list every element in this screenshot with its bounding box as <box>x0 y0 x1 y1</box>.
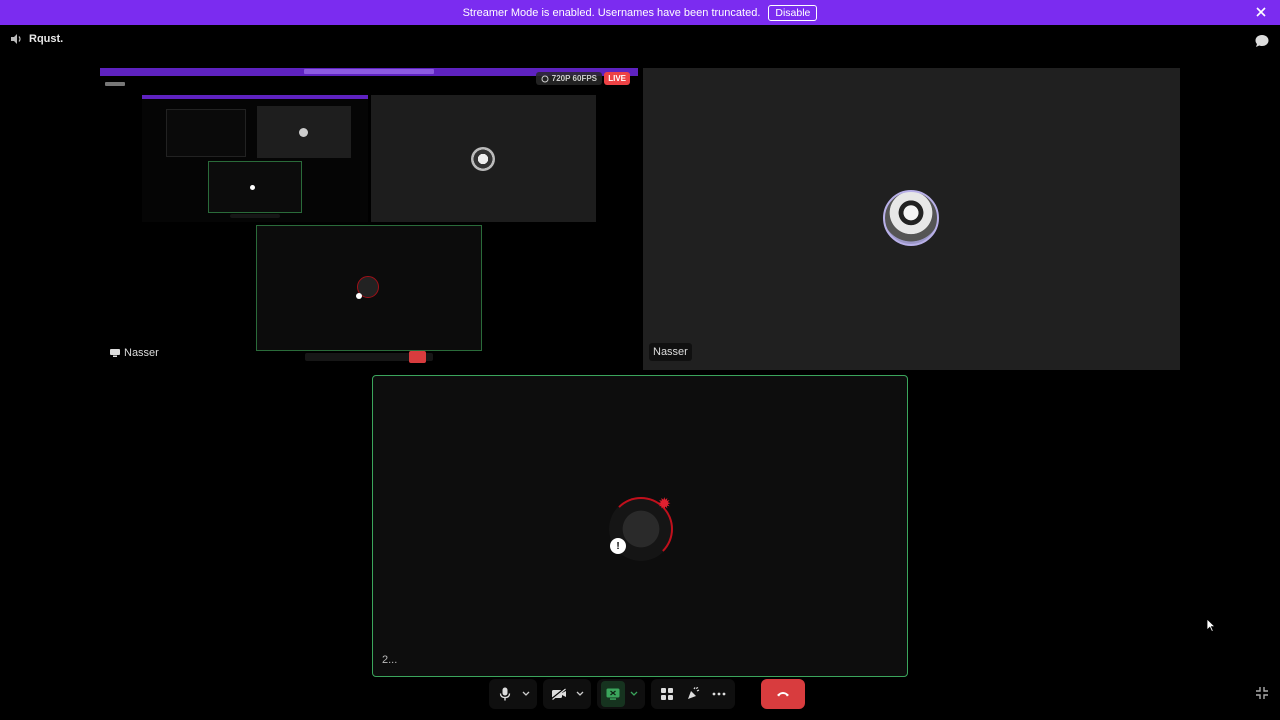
disable-streamer-mode-button[interactable]: Disable <box>768 4 818 21</box>
microphone-options-button[interactable] <box>519 681 533 707</box>
activities-button[interactable] <box>655 681 679 707</box>
hangup-icon <box>777 692 789 697</box>
chevron-down-icon <box>630 691 638 696</box>
disconnect-button[interactable] <box>761 678 805 709</box>
stream-name-tag: Nasser <box>110 347 159 359</box>
mirrored-controls <box>305 351 433 363</box>
screen-share-options-button[interactable] <box>627 681 641 707</box>
more-icon <box>712 692 726 695</box>
soundboard-icon <box>688 686 700 699</box>
speaker-icon <box>11 34 21 44</box>
more-options-button[interactable] <box>707 681 731 707</box>
screen-share-group <box>597 678 645 709</box>
microphone-icon <box>499 687 511 700</box>
mirrored-channel-name <box>105 82 125 86</box>
participant-name: Nasser <box>653 346 688 358</box>
camera-options-button[interactable] <box>573 681 587 707</box>
stream-user-name: Nasser <box>124 347 159 359</box>
participant-name-tag: 2... <box>382 654 397 666</box>
chevron-down-icon <box>522 691 530 696</box>
mouse-cursor-icon <box>1206 618 1216 632</box>
mirrored-self-tile <box>256 225 482 351</box>
camera-group <box>543 678 591 709</box>
stream-quality: 720P 60FPS <box>551 74 597 83</box>
camera-button[interactable] <box>547 681 571 707</box>
soundboard-button[interactable] <box>681 681 705 707</box>
close-icon[interactable] <box>1254 5 1268 19</box>
avatar: ✹ ! <box>609 497 673 561</box>
chat-icon[interactable] <box>1254 33 1270 49</box>
screen-share-icon <box>606 688 620 700</box>
participant-name: 2... <box>382 654 398 666</box>
call-controls <box>489 678 805 709</box>
channel-header: Rqust. <box>10 33 63 45</box>
banner-message: Streamer Mode is enabled. Usernames have… <box>462 6 761 19</box>
microphone-group <box>489 678 537 709</box>
avatar <box>883 190 939 246</box>
activities-icon <box>661 687 673 700</box>
extras-group <box>651 678 735 709</box>
camera-off-icon <box>551 687 566 700</box>
mirrored-stream-tile <box>142 95 368 222</box>
mirrored-nasser-tile <box>371 95 596 222</box>
microphone-button[interactable] <box>493 681 517 707</box>
chevron-down-icon <box>576 691 584 696</box>
participant-name-tag: Nasser <box>649 343 692 361</box>
channel-name: Rqust. <box>29 33 64 45</box>
streamer-mode-banner: Streamer Mode is enabled. Usernames have… <box>0 0 1280 25</box>
screen-share-indicator-icon <box>110 349 120 357</box>
anger-icon: ✹ <box>657 496 671 513</box>
screen-share-button[interactable] <box>601 680 625 707</box>
stream-tile[interactable]: 720P 60FPS LIVE Nasser <box>100 68 638 370</box>
live-badge: LIVE <box>604 72 630 85</box>
exit-fullscreen-icon[interactable] <box>1255 686 1269 700</box>
stream-icon <box>541 75 549 82</box>
participant-tile-self[interactable]: ✹ ! 2... <box>372 375 908 677</box>
participant-tile-nasser[interactable]: Nasser <box>643 68 1180 370</box>
badge-icon: ! <box>610 538 626 554</box>
stream-quality-badge: 720P 60FPS <box>535 72 602 85</box>
